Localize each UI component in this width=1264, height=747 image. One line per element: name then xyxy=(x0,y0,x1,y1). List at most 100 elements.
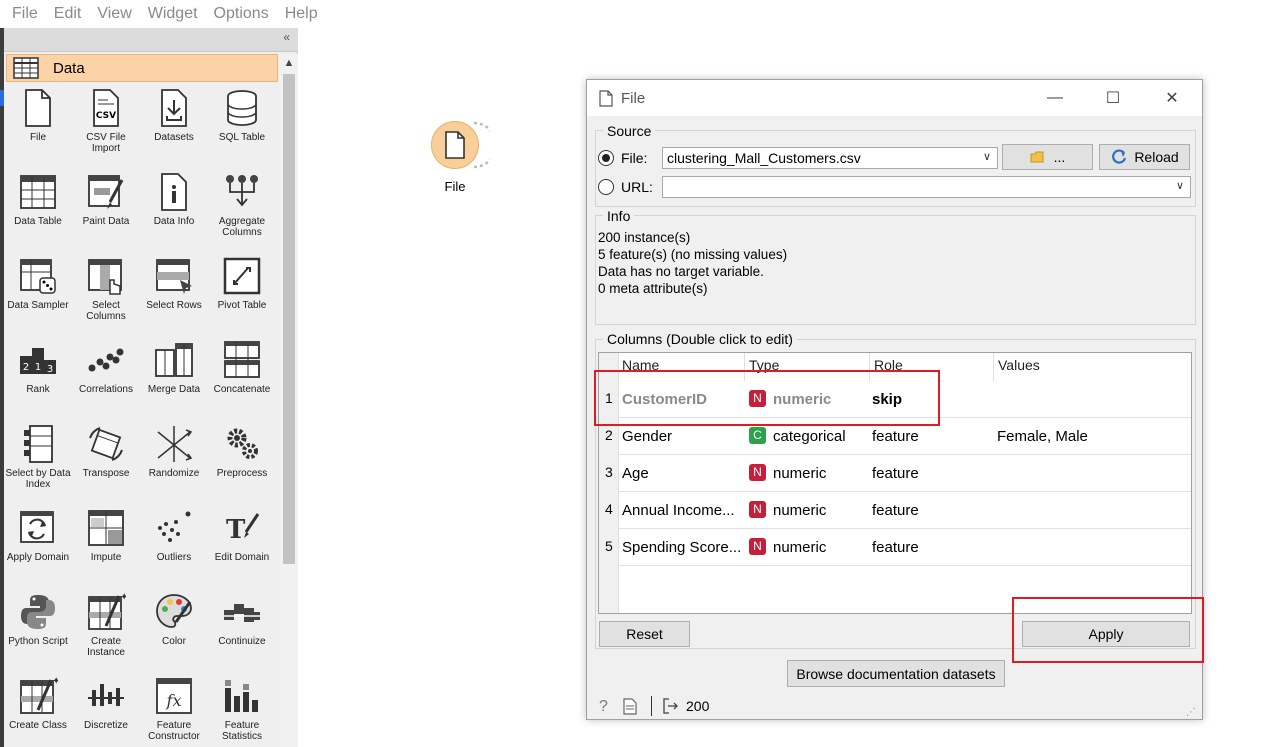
menu-options[interactable]: Options xyxy=(206,0,277,28)
widget-label: Paint Data xyxy=(82,216,130,227)
dialog-titlebar[interactable]: File — ☐ ✕ xyxy=(587,80,1202,116)
numeric-badge-icon: N xyxy=(749,501,766,518)
widget-tile[interactable]: Pivot Table xyxy=(208,252,276,336)
widget-tile[interactable]: Color xyxy=(140,588,208,672)
widget-tile[interactable]: Correlations xyxy=(72,336,140,420)
widget-tile[interactable]: Select Columns xyxy=(72,252,140,336)
select-index-icon xyxy=(18,424,58,464)
widget-label: Concatenate xyxy=(213,384,271,395)
widget-tile[interactable]: Datasets xyxy=(140,84,208,168)
resize-grip-icon[interactable]: ⋰ xyxy=(1186,707,1196,718)
widget-label: Preprocess xyxy=(216,468,268,479)
file-combo[interactable]: clustering_Mall_Customers.csv ∨ xyxy=(662,147,998,169)
url-combo[interactable]: ∨ xyxy=(662,176,1191,198)
widget-tile[interactable]: CSV CSV File Import xyxy=(72,84,140,168)
widget-tile[interactable]: Apply Domain xyxy=(4,504,72,588)
row-number: 3 xyxy=(605,464,613,480)
close-button[interactable]: ✕ xyxy=(1149,86,1195,110)
widget-tile[interactable]: Paint Data xyxy=(72,168,140,252)
column-values-cell[interactable]: Female, Male xyxy=(997,428,1088,445)
widget-tile[interactable]: Python Script xyxy=(4,588,72,672)
widget-tile[interactable]: Outliers xyxy=(140,504,208,588)
widget-tile[interactable]: File xyxy=(4,84,72,168)
column-role-cell[interactable]: feature xyxy=(872,502,919,519)
widget-tile[interactable]: Preprocess xyxy=(208,420,276,504)
reload-button[interactable]: Reload xyxy=(1099,144,1190,170)
widget-tile[interactable]: SQL Table xyxy=(208,84,276,168)
svg-text:1: 1 xyxy=(35,362,41,373)
svg-text:✦: ✦ xyxy=(52,676,58,687)
column-name-cell[interactable]: Gender xyxy=(622,428,672,445)
table-row[interactable]: Spending Score... Nnumeric feature xyxy=(619,529,1191,566)
widget-tile[interactable]: fx Feature Constructor xyxy=(140,672,208,747)
widget-tile[interactable]: Impute xyxy=(72,504,140,588)
maximize-button[interactable]: ☐ xyxy=(1090,86,1136,110)
scroll-up-icon[interactable]: ▲ xyxy=(280,54,298,72)
minimize-button[interactable]: — xyxy=(1032,86,1078,110)
widget-tile[interactable]: Feature Statistics xyxy=(208,672,276,747)
browse-documentation-datasets-button[interactable]: Browse documentation datasets xyxy=(787,660,1005,687)
widget-tile[interactable]: T Edit Domain xyxy=(208,504,276,588)
column-type-cell[interactable]: numeric xyxy=(773,502,826,519)
help-icon[interactable]: ? xyxy=(599,698,608,716)
menu-file[interactable]: File xyxy=(4,0,46,28)
widget-label: Transpose xyxy=(82,468,130,479)
report-icon[interactable] xyxy=(623,698,637,715)
widget-label: Data Table xyxy=(14,216,62,227)
discretize-icon xyxy=(86,676,126,716)
table-icon xyxy=(18,172,58,212)
column-name-cell[interactable]: Annual Income... xyxy=(622,502,735,519)
svg-text:CSV: CSV xyxy=(96,111,116,121)
column-type-cell[interactable]: categorical xyxy=(773,428,846,445)
categorical-badge-icon: C xyxy=(749,427,766,444)
widget-tile[interactable]: Select by Data Index xyxy=(4,420,72,504)
toolbox-scrollbar[interactable]: ▲ xyxy=(280,54,298,747)
info-line: 200 instance(s) xyxy=(598,230,691,245)
table-row[interactable]: Annual Income... Nnumeric feature xyxy=(619,492,1191,529)
widget-tile[interactable]: ✦ Create Instance xyxy=(72,588,140,672)
column-role-cell[interactable]: feature xyxy=(872,428,919,445)
menu-help[interactable]: Help xyxy=(277,0,326,28)
file-icon xyxy=(445,131,465,159)
file-radio[interactable] xyxy=(598,150,614,166)
category-label: Data xyxy=(53,59,85,77)
url-radio[interactable] xyxy=(598,179,614,195)
file-combo-value: clustering_Mall_Customers.csv xyxy=(667,150,861,166)
menu-edit[interactable]: Edit xyxy=(46,0,90,28)
column-name-cell[interactable]: Age xyxy=(622,465,649,482)
randomize-icon xyxy=(154,424,194,464)
status-bar: ? 200 ⋰ xyxy=(587,692,1202,720)
collapse-toolbox-button[interactable]: « xyxy=(283,30,290,44)
menu-widget[interactable]: Widget xyxy=(140,0,206,28)
category-data-header[interactable]: Data xyxy=(6,54,278,82)
reset-button[interactable]: Reset xyxy=(599,621,690,647)
widget-tile[interactable]: Data Table xyxy=(4,168,72,252)
widget-tile[interactable]: Discretize xyxy=(72,672,140,747)
scroll-thumb[interactable] xyxy=(283,74,295,564)
output-channel-arc[interactable] xyxy=(470,119,490,171)
header-values[interactable]: Values xyxy=(998,357,1040,373)
widget-tile[interactable]: Data Sampler xyxy=(4,252,72,336)
widget-tile[interactable]: Merge Data xyxy=(140,336,208,420)
column-type-cell[interactable]: numeric xyxy=(773,465,826,482)
row-number: 4 xyxy=(605,501,613,517)
column-role-cell[interactable]: feature xyxy=(872,539,919,556)
widget-tile[interactable]: 2 1 3 Rank xyxy=(4,336,72,420)
info-icon xyxy=(154,172,194,212)
column-role-cell[interactable]: feature xyxy=(872,465,919,482)
column-type-cell[interactable]: numeric xyxy=(773,539,826,556)
widget-tile[interactable]: Continuize xyxy=(208,588,276,672)
database-icon xyxy=(222,88,262,128)
widget-tile[interactable]: Concatenate xyxy=(208,336,276,420)
column-name-cell[interactable]: Spending Score... xyxy=(622,539,741,556)
widget-tile[interactable]: Select Rows xyxy=(140,252,208,336)
widget-tile[interactable]: ✦ Create Class xyxy=(4,672,72,747)
widget-tile[interactable]: Aggregate Columns xyxy=(208,168,276,252)
widget-tile[interactable]: Data Info xyxy=(140,168,208,252)
table-row[interactable]: Age Nnumeric feature xyxy=(619,455,1191,492)
widget-tile[interactable]: Transpose xyxy=(72,420,140,504)
browse-file-button[interactable]: ... xyxy=(1002,144,1093,170)
menu-view[interactable]: View xyxy=(89,0,139,28)
widget-label: SQL Table xyxy=(218,132,266,143)
widget-tile[interactable]: Randomize xyxy=(140,420,208,504)
